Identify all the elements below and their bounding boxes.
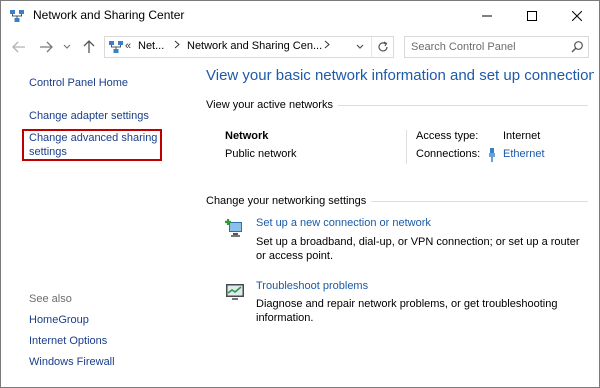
network-category[interactable]: Public network	[225, 148, 297, 160]
see-also-heading: See also	[29, 293, 72, 305]
minimize-icon	[481, 15, 492, 16]
network-divider	[406, 130, 407, 164]
control-panel-home-link[interactable]: Control Panel Home	[29, 77, 128, 89]
breadcrumb-separator-icon[interactable]	[174, 40, 180, 52]
maximize-icon	[526, 10, 537, 21]
page-title: View your basic network information and …	[206, 67, 600, 84]
address-history-button[interactable]	[351, 37, 369, 57]
ethernet-icon	[487, 148, 497, 162]
active-networks-heading: View your active networks	[206, 99, 333, 111]
network-name: Network	[225, 130, 269, 142]
search-input[interactable]	[405, 37, 571, 57]
access-type-label: Access type:	[416, 130, 479, 142]
search-box[interactable]	[404, 36, 589, 58]
windows-firewall-link[interactable]: Windows Firewall	[29, 356, 115, 368]
recent-locations-button[interactable]	[60, 36, 74, 58]
close-icon	[571, 10, 582, 21]
chevron-down-icon	[356, 44, 364, 49]
troubleshoot-icon	[224, 280, 246, 302]
internet-options-link[interactable]: Internet Options	[29, 335, 107, 347]
arrow-left-icon	[12, 41, 25, 53]
up-button[interactable]	[79, 36, 99, 58]
troubleshoot-problems-link[interactable]: Troubleshoot problems	[256, 280, 368, 292]
change-adapter-settings-link[interactable]: Change adapter settings	[29, 110, 149, 122]
change-settings-heading: Change your networking settings	[206, 195, 367, 207]
homegroup-link[interactable]: HomeGroup	[29, 314, 89, 326]
maximize-button[interactable]	[509, 1, 554, 30]
arrow-up-icon	[83, 40, 95, 53]
vertical-scrollbar[interactable]	[594, 62, 599, 387]
search-icon[interactable]	[569, 39, 585, 55]
main-content: View your basic network information and …	[196, 64, 599, 387]
section-divider	[338, 105, 588, 106]
task-pane: Control Panel Home Change adapter settin…	[1, 64, 196, 387]
title-bar[interactable]: Network and Sharing Center	[1, 1, 599, 30]
access-type-value: Internet	[503, 130, 541, 142]
section-divider	[371, 201, 588, 202]
breadcrumb-network-sharing-center[interactable]: Network and Sharing Cen...	[187, 40, 322, 52]
address-bar[interactable]: « Net... Network and Sharing Cen...	[104, 36, 394, 58]
forward-button[interactable]	[36, 36, 56, 58]
minimize-button[interactable]	[464, 1, 509, 30]
refresh-button[interactable]	[371, 37, 394, 57]
control-panel-network-icon	[9, 8, 25, 24]
network-sharing-center-window: Network and Sharing Center « Net... Netw…	[0, 0, 600, 388]
setup-new-connection-link[interactable]: Set up a new connection or network	[256, 217, 431, 229]
setup-new-connection-description: Set up a broadband, dial-up, or VPN conn…	[256, 236, 580, 262]
breadcrumb-network[interactable]: Net...	[138, 40, 164, 52]
back-button[interactable]	[9, 36, 29, 58]
chevron-down-icon	[63, 44, 71, 49]
refresh-icon	[378, 41, 388, 52]
breadcrumb-overflow[interactable]: «	[125, 40, 131, 52]
close-button[interactable]	[554, 1, 599, 30]
change-advanced-sharing-settings-link[interactable]: Change advanced sharing settings	[29, 131, 169, 159]
ethernet-connection-link[interactable]: Ethernet	[503, 148, 545, 160]
breadcrumb-separator-icon[interactable]	[324, 40, 330, 52]
troubleshoot-problems-description: Diagnose and repair network problems, or…	[256, 298, 558, 324]
navigation-bar: « Net... Network and Sharing Cen...	[1, 32, 599, 62]
arrow-right-icon	[40, 41, 53, 53]
new-connection-icon	[224, 217, 246, 239]
control-panel-network-icon	[108, 39, 124, 55]
connections-label: Connections:	[416, 148, 481, 160]
window-title: Network and Sharing Center	[33, 8, 185, 22]
